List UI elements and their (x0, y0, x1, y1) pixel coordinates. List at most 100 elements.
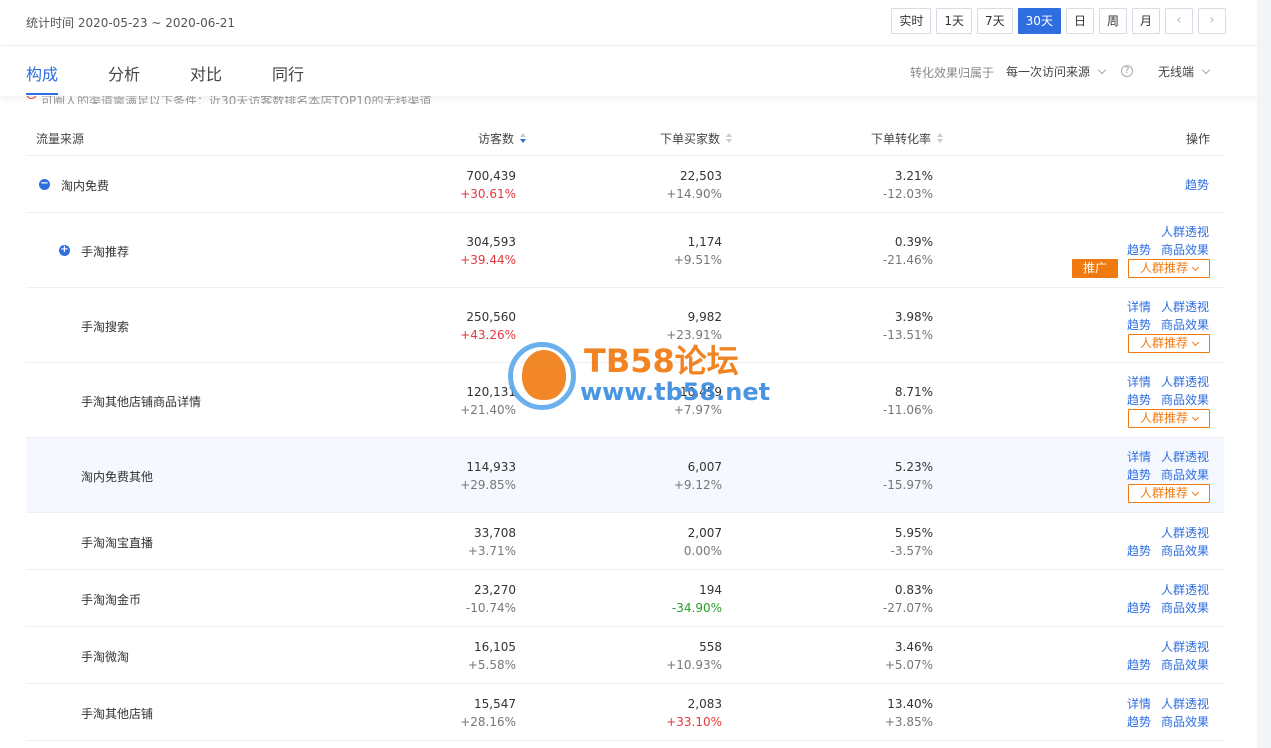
crowd-recommend-button[interactable]: 人群推荐 (1128, 409, 1210, 428)
ops-cell: 人群透视 趋势 商品效果 (1079, 524, 1209, 560)
detail-link[interactable]: 详情 (1127, 697, 1151, 711)
visitors-change: +29.85% (460, 478, 516, 492)
trend-link[interactable]: 趋势 (1127, 601, 1151, 615)
ops-line: 趋势 商品效果 (1079, 241, 1209, 259)
conversion-change: -27.07% (882, 601, 933, 615)
visitors-change: +21.40% (460, 403, 516, 417)
visitors-value: 114,933 (466, 460, 516, 474)
crowd-insight-link[interactable]: 人群透视 (1161, 375, 1209, 389)
ops-cell: 详情 人群透视 趋势 商品效果 (1079, 298, 1209, 334)
ops-line: 趋势 商品效果 (1079, 466, 1209, 484)
tab-composition[interactable]: 构成 (26, 61, 58, 85)
conversion-value: 13.40% (887, 697, 933, 711)
visitors-cell: 120,131 +21.40% (376, 383, 516, 419)
trend-link[interactable]: 趋势 (1127, 715, 1151, 729)
conversion-value: 5.23% (894, 460, 933, 474)
table-row: 手淘淘金币 23,270 -10.74% 194 -34.90% 0.83% -… (26, 570, 1224, 627)
period-month-button[interactable]: 月 (1131, 8, 1160, 34)
period-7day-button[interactable]: 7天 (977, 8, 1013, 34)
source-name: 手淘推荐 (81, 245, 130, 259)
trend-link[interactable]: 趋势 (1127, 544, 1151, 558)
prev-period-chevron-icon[interactable]: ‹ (1165, 8, 1193, 34)
next-period-chevron-icon[interactable]: › (1198, 8, 1226, 34)
crowd-insight-link[interactable]: 人群透视 (1161, 526, 1209, 540)
promote-button[interactable]: 推广 (1072, 259, 1118, 278)
crowd-insight-link[interactable]: 人群透视 (1161, 300, 1209, 314)
page: 统计时间 2020-05-23 ~ 2020-06-21 实时 1天 7天 30… (0, 0, 1257, 748)
ops-cell: 详情 人群透视 趋势 商品效果 (1079, 373, 1209, 409)
detail-link[interactable]: 详情 (1127, 300, 1151, 314)
trend-link[interactable]: 趋势 (1185, 178, 1209, 192)
crowd-insight-link[interactable]: 人群透视 (1161, 640, 1209, 654)
scrollbar[interactable] (1257, 0, 1271, 748)
trend-link[interactable]: 趋势 (1127, 318, 1151, 332)
conversion-change: -13.51% (882, 328, 933, 342)
source-name: 淘内免费 (61, 179, 110, 193)
tab-analysis[interactable]: 分析 (108, 61, 140, 85)
product-effect-link[interactable]: 商品效果 (1161, 243, 1209, 257)
conversion-value: 0.39% (894, 235, 933, 249)
buyers-change: +14.90% (666, 187, 722, 201)
visitors-change: +43.26% (460, 328, 516, 342)
product-effect-link[interactable]: 商品效果 (1161, 658, 1209, 672)
device-select[interactable]: 无线端 (1158, 63, 1211, 80)
attribution-select[interactable]: 每一次访问来源 (1006, 63, 1107, 80)
tabs-bar: 构成 分析 对比 同行 转化效果归属于 每一次访问来源 ? 无线端 (0, 46, 1257, 96)
ops-line: 详情 人群透视 (1079, 695, 1209, 713)
trend-link[interactable]: 趋势 (1127, 243, 1151, 257)
collapse-icon[interactable]: − (39, 179, 50, 190)
tab-compare[interactable]: 对比 (190, 61, 222, 85)
ops-line: 人群透视 (1079, 223, 1209, 241)
crowd-recommend-button[interactable]: 人群推荐 (1128, 334, 1210, 353)
trend-link[interactable]: 趋势 (1127, 393, 1151, 407)
source-name: 手淘淘宝直播 (81, 536, 154, 550)
product-effect-link[interactable]: 商品效果 (1161, 601, 1209, 615)
ops-line: 趋势 商品效果 (1079, 391, 1209, 409)
crowd-insight-link[interactable]: 人群透视 (1161, 225, 1209, 239)
product-effect-link[interactable]: 商品效果 (1161, 544, 1209, 558)
period-1day-button[interactable]: 1天 (936, 8, 973, 34)
period-day-button[interactable]: 日 (1065, 8, 1094, 34)
detail-link[interactable]: 详情 (1127, 450, 1151, 464)
help-icon[interactable]: ? (1121, 65, 1133, 77)
crowd-insight-link[interactable]: 人群透视 (1161, 697, 1209, 711)
ops-cell: 详情 人群透视 趋势 商品效果 (1079, 695, 1209, 731)
date-range: 统计时间 2020-05-23 ~ 2020-06-21 (26, 16, 235, 30)
product-effect-link[interactable]: 商品效果 (1161, 393, 1209, 407)
visitors-change: +30.61% (460, 187, 516, 201)
watermark-url: www.tb58.net (580, 378, 771, 406)
crowd-insight-link[interactable]: 人群透视 (1161, 583, 1209, 597)
conversion-value: 3.46% (894, 640, 933, 654)
product-effect-link[interactable]: 商品效果 (1161, 468, 1209, 482)
buyers-change: +9.51% (673, 253, 722, 267)
detail-link[interactable]: 详情 (1127, 375, 1151, 389)
attribution-label: 转化效果归属于 (910, 66, 995, 80)
crowd-recommend-button[interactable]: 人群推荐 (1128, 259, 1210, 278)
header-visitors[interactable]: 访客数 (478, 130, 527, 147)
header-visitors-label: 访客数 (478, 132, 515, 146)
conversion-value: 3.21% (894, 169, 933, 183)
expand-icon[interactable]: + (59, 245, 70, 256)
crowd-insight-link[interactable]: 人群透视 (1161, 450, 1209, 464)
header-buyers[interactable]: 下单买家数 (660, 130, 733, 147)
product-effect-link[interactable]: 商品效果 (1161, 715, 1209, 729)
trend-link[interactable]: 趋势 (1127, 658, 1151, 672)
tab-peers[interactable]: 同行 (272, 61, 304, 85)
ops-line: 趋势 (1079, 176, 1209, 194)
buyers-change: +33.10% (666, 715, 722, 729)
conversion-change: -21.46% (882, 253, 933, 267)
source-name: 手淘其他店铺商品详情 (81, 395, 202, 409)
table-header: 流量来源 访客数 下单买家数 下单转化率 操作 (26, 118, 1224, 156)
conversion-cell: 0.39% -21.46% (793, 233, 933, 269)
buyers-value: 194 (699, 583, 722, 597)
conversion-change: -12.03% (882, 187, 933, 201)
crowd-recommend-button[interactable]: 人群推荐 (1128, 484, 1210, 503)
period-30day-button[interactable]: 30天 (1017, 8, 1061, 34)
visitors-cell: 33,708 +3.71% (376, 524, 516, 560)
period-realtime-button[interactable]: 实时 (891, 8, 932, 34)
trend-link[interactable]: 趋势 (1127, 468, 1151, 482)
ops-line: 详情 人群透视 (1079, 298, 1209, 316)
header-conversion[interactable]: 下单转化率 (871, 130, 944, 147)
period-week-button[interactable]: 周 (1098, 8, 1127, 34)
product-effect-link[interactable]: 商品效果 (1161, 318, 1209, 332)
